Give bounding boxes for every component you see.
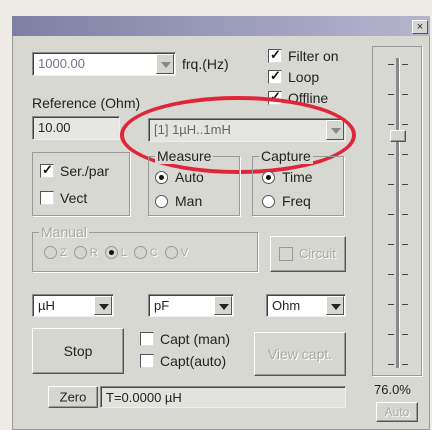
radio-dot[interactable] [262,194,275,208]
slider-percent: 76.0% [374,382,411,397]
measure-title: Measure [155,148,214,164]
checkbox-box[interactable] [140,332,154,346]
manual-radio-z[interactable] [44,246,57,259]
capture-time-radio[interactable]: Time [262,169,313,185]
chevron-down-icon[interactable] [326,296,344,315]
title-bar [12,16,430,36]
slider-tick [402,334,408,335]
view-capture-button[interactable]: View capt. [254,332,346,376]
slider-ticks-left [388,64,394,365]
circuit-checkbox[interactable] [279,247,293,261]
zero-button[interactable]: Zero [48,386,98,408]
slider-tick [402,124,408,125]
capture-freq-radio[interactable]: Freq [262,193,311,209]
manual-radio-l[interactable] [104,246,118,259]
slider-tick [402,364,408,365]
stop-button[interactable]: Stop [32,328,124,374]
radio-dot[interactable] [155,194,168,208]
frequency-value: 1000.00 [38,56,85,71]
slider-thumb[interactable] [390,130,406,142]
checkbox-box[interactable] [40,191,54,205]
slider-tick [402,244,408,245]
frequency-dropdown[interactable]: 1000.00 [32,52,176,76]
slider-tick [388,184,394,185]
slider-tick [388,304,394,305]
slider-tick [388,334,394,335]
slider-tick [402,214,408,215]
slider-tick [402,304,408,305]
reference-input[interactable]: 10.00 [32,116,120,140]
slider-tick [388,94,394,95]
manual-radio-c[interactable] [133,246,147,259]
close-icon: × [416,21,424,33]
measure-man-radio[interactable]: Man [155,193,202,209]
frequency-unit-label: frq.(Hz) [182,56,229,72]
slider-tick [402,274,408,275]
ser-par-checkbox[interactable]: Ser./par [40,162,109,179]
capacitance-unit-dropdown[interactable]: pF [148,294,234,317]
manual-options: Z R L C V [44,246,188,259]
checkbox-box[interactable] [40,162,54,178]
close-button[interactable]: × [412,20,428,34]
slider-tick [402,154,408,155]
slider-ticks-right [402,64,408,365]
slider-tick [388,364,394,365]
radio-dot[interactable] [262,170,275,184]
manual-radio-r[interactable] [73,246,87,259]
capture-auto-checkbox[interactable]: Capt(auto) [140,353,226,369]
slider-tick [388,64,394,65]
slider-track [396,58,399,368]
capture-title: Capture [259,148,313,164]
capture-manual-checkbox[interactable]: Capt (man) [140,331,230,347]
filter-on-checkbox[interactable]: Filter on [268,47,339,64]
slider-tick [388,244,394,245]
circuit-label: Circuit [299,246,336,261]
loop-checkbox[interactable]: Loop [268,68,319,85]
checkbox-box[interactable] [268,68,282,84]
checkbox-box[interactable] [268,47,282,63]
resistance-unit-dropdown[interactable]: Ohm [266,294,346,317]
reference-label: Reference (Ohm) [32,95,141,111]
manual-radio-v[interactable] [164,246,178,259]
chevron-down-icon[interactable] [214,296,232,315]
slider-tick [388,274,394,275]
chevron-down-icon[interactable] [156,54,174,74]
vect-checkbox[interactable]: Vect [40,190,87,206]
auto-button[interactable]: Auto [376,402,418,422]
slider-tick [388,124,394,125]
radio-dot[interactable] [155,170,168,184]
circuit-control[interactable]: Circuit [270,236,346,272]
status-field: T=0.0000 µH [100,386,346,408]
slider-tick [388,154,394,155]
slider-tick [402,94,408,95]
measure-auto-radio[interactable]: Auto [155,169,204,185]
slider-tick [402,184,408,185]
manual-title: Manual [39,224,89,240]
slider-tick [388,214,394,215]
inductance-unit-dropdown[interactable]: µH [32,294,114,317]
slider-tick [402,64,408,65]
chevron-down-icon[interactable] [94,296,112,315]
checkbox-box[interactable] [140,354,154,368]
